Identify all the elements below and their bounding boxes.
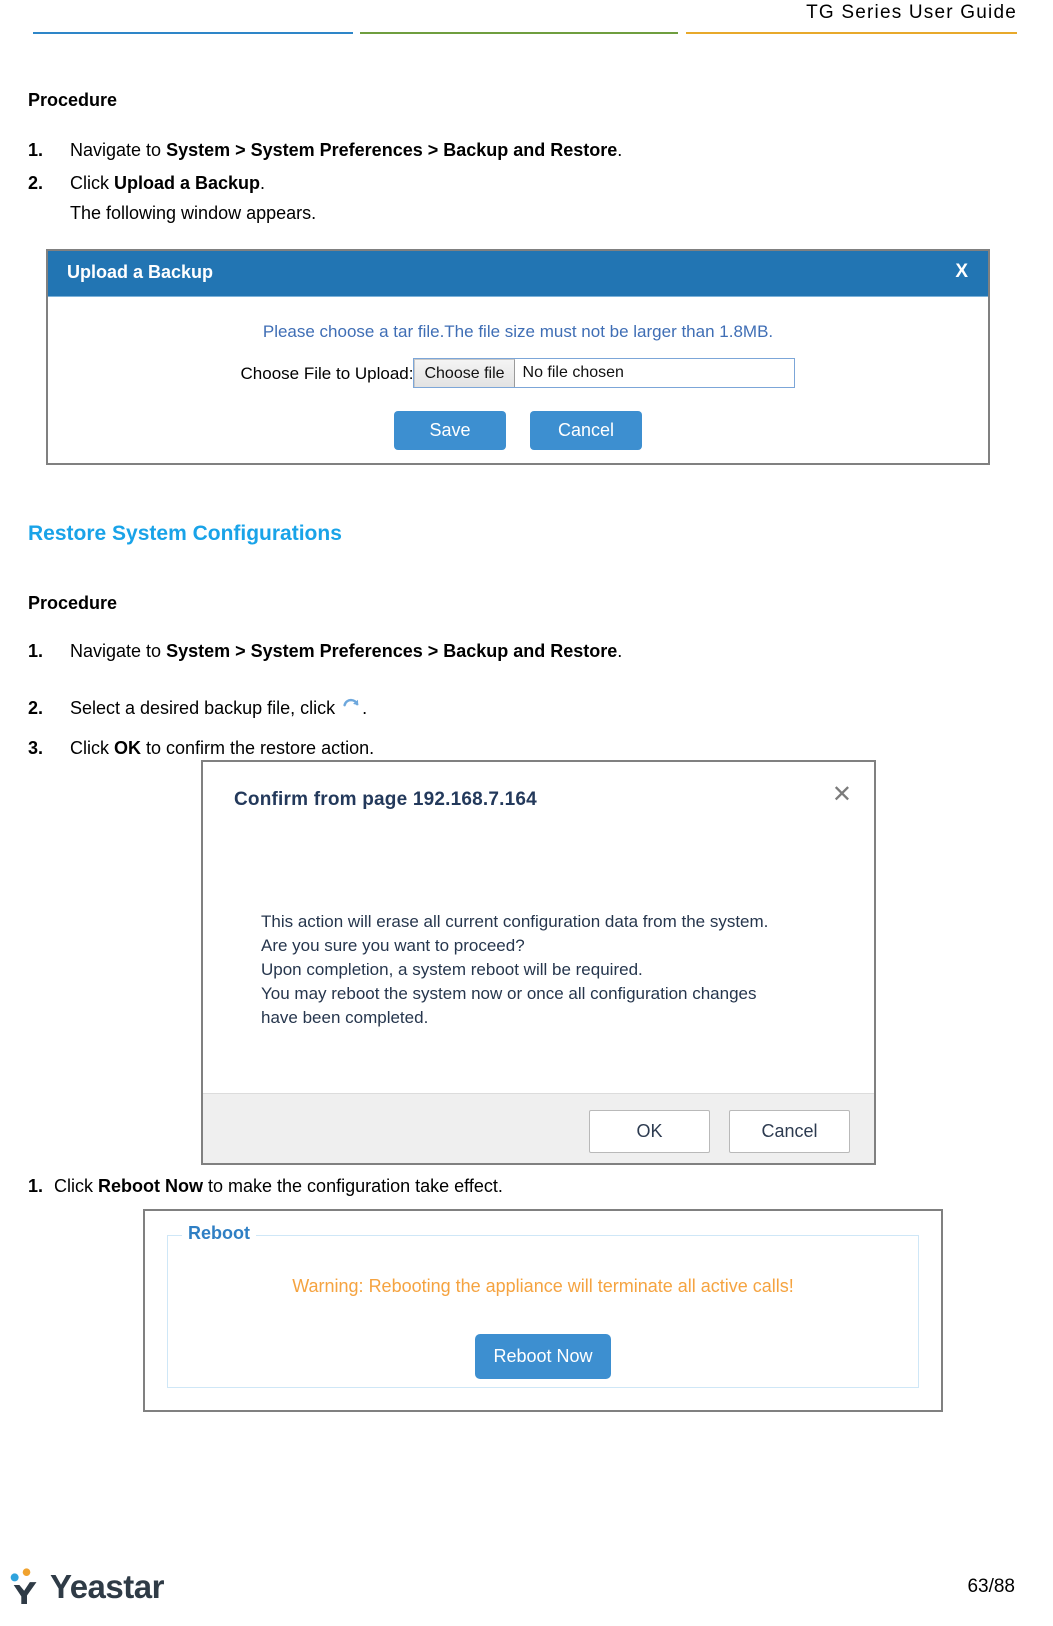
step-text-prefix: Click — [70, 738, 114, 758]
step-text-suffix: . — [617, 140, 623, 160]
step-text-bold: OK — [114, 738, 141, 758]
refresh-icon — [340, 695, 362, 722]
step-1-2-note: The following window appears. — [70, 203, 317, 223]
step-text-suffix: to make the configuration take effect. — [203, 1176, 503, 1196]
page-header: TG Series User Guide — [0, 0, 1053, 48]
confirm-dialog-footer: OK Cancel — [203, 1093, 874, 1163]
cancel-button[interactable]: Cancel — [530, 411, 642, 450]
document-title: TG Series User Guide — [806, 2, 1017, 23]
reboot-panel: Reboot Warning: Rebooting the appliance … — [143, 1209, 943, 1412]
close-icon[interactable]: X — [955, 261, 968, 283]
close-icon[interactable]: ✕ — [832, 783, 852, 807]
step-text-prefix: Click — [70, 173, 114, 193]
step-text-suffix: . — [362, 698, 368, 718]
upload-dialog-title: Upload a Backup — [67, 262, 214, 282]
step-2-2: 2. Select a desired backup file, click . — [28, 695, 367, 722]
ok-button[interactable]: OK — [589, 1110, 710, 1153]
step-1-1: 1. Navigate to System > System Preference… — [28, 140, 622, 161]
step-text-prefix: Navigate to — [70, 641, 167, 661]
procedure-heading-1: Procedure — [28, 90, 118, 110]
step-text-suffix: . — [260, 173, 266, 193]
confirm-dialog-title: Confirm from page 192.168.7.164 — [234, 789, 537, 810]
upload-dialog-body: Please choose a tar file.The file size m… — [48, 297, 988, 465]
step-number: 1. — [28, 1176, 44, 1196]
save-button[interactable]: Save — [394, 411, 506, 450]
reboot-legend: Reboot — [182, 1223, 256, 1244]
confirm-dialog-header: Confirm from page 192.168.7.164 ✕ — [203, 762, 874, 844]
chosen-file-name: No file chosen — [522, 364, 624, 381]
step-text-suffix: . — [617, 641, 623, 661]
confirm-message: This action will erase all current confi… — [261, 910, 768, 1030]
upload-dialog-actions: Save Cancel — [48, 411, 988, 450]
file-upload-input[interactable]: Choose file No file chosen — [413, 358, 796, 388]
step-3-1: 1. Click Reboot Now to make the configura… — [28, 1176, 503, 1197]
header-rule-green — [360, 32, 678, 34]
page-number: 63/88 — [967, 1576, 1015, 1597]
step-text-prefix: Navigate to — [70, 140, 167, 160]
reboot-action-row: Reboot Now — [168, 1334, 918, 1379]
step-number: 2. — [28, 698, 44, 718]
step-number: 1. — [28, 641, 44, 661]
step-number: 1. — [28, 140, 44, 160]
choose-file-button[interactable]: Choose file — [414, 359, 515, 387]
yeastar-logo: Yeastar — [8, 1566, 164, 1604]
procedure-heading-2: Procedure — [28, 593, 118, 613]
reboot-warning-text: Warning: Rebooting the appliance will te… — [292, 1276, 794, 1296]
upload-dialog-titlebar: Upload a Backup X — [48, 251, 988, 297]
header-rule-blue — [33, 32, 353, 34]
choose-file-label: Choose File to Upload: — [240, 364, 414, 383]
step-text-bold: System > System Preferences > Backup and… — [166, 641, 618, 661]
step-number: 3. — [28, 738, 44, 758]
step-text-bold: Upload a Backup — [114, 173, 261, 193]
cancel-button[interactable]: Cancel — [729, 1110, 850, 1153]
confirm-dialog-body: This action will erase all current confi… — [203, 844, 874, 1093]
brand-name: Yeastar — [50, 1568, 164, 1605]
step-text-suffix: to confirm the restore action. — [141, 738, 375, 758]
step-text-prefix: Select a desired backup file, click — [70, 698, 341, 718]
confirm-dialog: Confirm from page 192.168.7.164 ✕ This a… — [201, 760, 876, 1165]
step-2-1: 1. Navigate to System > System Preference… — [28, 641, 622, 662]
reboot-fieldset: Reboot Warning: Rebooting the appliance … — [167, 1223, 919, 1388]
section-heading-restore: Restore System Configurations — [28, 522, 342, 545]
yeastar-logo-icon — [10, 1568, 37, 1604]
step-2-3: 3. Click OK to confirm the restore action… — [28, 738, 374, 759]
upload-size-note: Please choose a tar file.The file size m… — [262, 322, 774, 341]
step-text-bold: System > System Preferences > Backup and… — [166, 140, 618, 160]
confirm-message-line: Are you sure you want to proceed? — [261, 936, 525, 955]
page-footer: Yeastar 63/88 — [0, 1552, 1053, 1604]
step-text-prefix: Click — [54, 1176, 98, 1196]
upload-file-row: Choose File to Upload: Choose file No file… — [48, 358, 988, 389]
header-rule-orange — [686, 32, 1017, 34]
confirm-message-line: This action will erase all current confi… — [261, 912, 769, 931]
reboot-now-button[interactable]: Reboot Now — [475, 1334, 611, 1379]
step-number: 2. — [28, 173, 44, 193]
upload-a-backup-dialog: Upload a Backup X Please choose a tar fi… — [46, 249, 990, 465]
confirm-message-line: have been completed. — [261, 1008, 429, 1027]
confirm-message-line: Upon completion, a system reboot will be… — [261, 960, 643, 979]
confirm-message-line: You may reboot the system now or once al… — [261, 984, 757, 1003]
step-1-2: 2. Click Upload a Backup. — [28, 173, 265, 194]
step-text-bold: Reboot Now — [98, 1176, 203, 1196]
